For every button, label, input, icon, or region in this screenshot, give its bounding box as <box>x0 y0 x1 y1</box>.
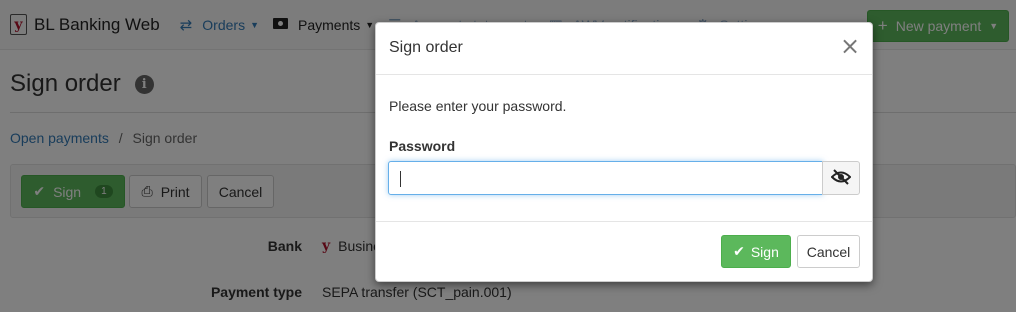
text-cursor <box>400 171 401 187</box>
dialog-footer: ✔ Sign Cancel <box>376 222 872 281</box>
sign-order-dialog: Sign order × Please enter your password.… <box>375 22 873 282</box>
dialog-sign-button[interactable]: ✔ Sign <box>721 235 791 268</box>
password-prompt: Please enter your password. <box>389 98 567 114</box>
dialog-title: Sign order <box>389 39 463 56</box>
password-input[interactable] <box>388 161 823 195</box>
dialog-cancel-button[interactable]: Cancel <box>797 235 860 268</box>
password-label: Password <box>389 138 456 154</box>
dialog-body: Please enter your password. Password <box>376 75 872 222</box>
check-icon: ✔ <box>733 243 745 259</box>
dialog-cancel-label: Cancel <box>806 243 851 260</box>
toggle-password-visibility-button[interactable] <box>822 161 860 195</box>
dialog-header: Sign order × <box>376 23 872 75</box>
close-icon[interactable]: × <box>840 34 860 58</box>
dialog-sign-label: Sign <box>750 243 779 260</box>
eye-slash-icon <box>830 168 852 188</box>
